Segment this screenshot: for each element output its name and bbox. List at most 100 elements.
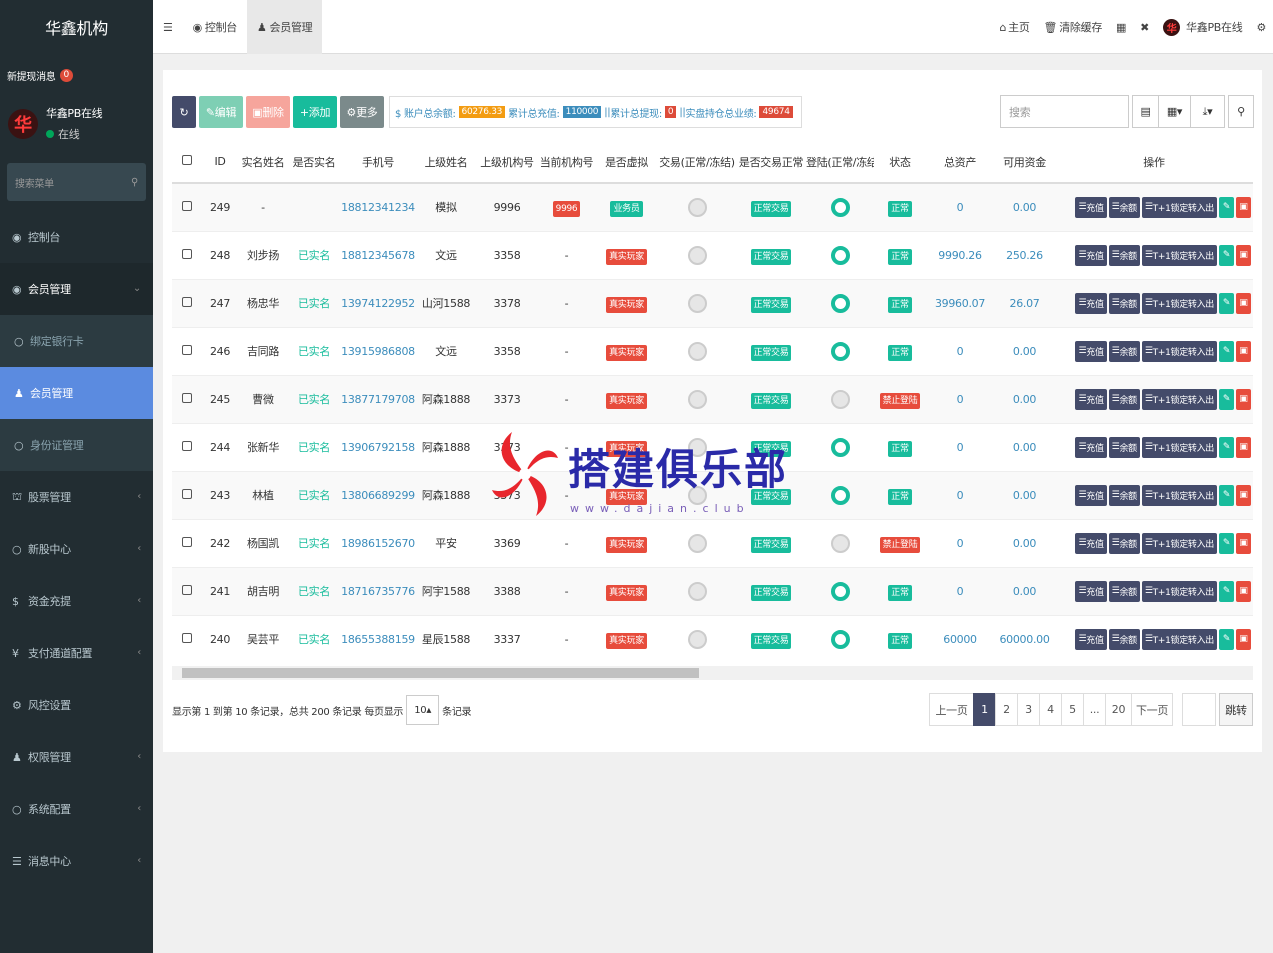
cell-phone[interactable]: 18655388159 bbox=[340, 614, 416, 663]
transfer-button[interactable]: ☰ T+1锁定转入出 bbox=[1141, 532, 1217, 554]
recharge-button[interactable]: ☰ 充值 bbox=[1075, 580, 1107, 602]
delete-row-button[interactable]: ▣ bbox=[1236, 484, 1251, 506]
balance-button[interactable]: ☰ 余额 bbox=[1108, 532, 1140, 554]
clear-cache-button[interactable]: 🗑 清除缓存 bbox=[1037, 19, 1109, 35]
recharge-button[interactable]: ☰ 充值 bbox=[1075, 292, 1107, 314]
columns-button[interactable]: ▦▾ bbox=[1158, 95, 1191, 128]
sidebar-item-members[interactable]: ◉ 会员管理 ⌄ bbox=[0, 263, 153, 315]
recharge-button[interactable]: ☰ 充值 bbox=[1075, 196, 1107, 218]
cell-phone[interactable]: 13906792158 bbox=[340, 422, 416, 471]
recharge-button[interactable]: ☰ 充值 bbox=[1075, 628, 1107, 650]
page-4[interactable]: 4 bbox=[1039, 693, 1062, 726]
sidebar-item-stocks[interactable]: ⛫ 股票管理 ‹ bbox=[0, 471, 153, 523]
transfer-button[interactable]: ☰ T+1锁定转入出 bbox=[1141, 388, 1217, 410]
login-toggle[interactable] bbox=[830, 629, 850, 649]
transfer-button[interactable]: ☰ T+1锁定转入出 bbox=[1141, 436, 1217, 458]
sidebar-item-id-card[interactable]: ○ 身份证管理 bbox=[0, 419, 153, 471]
recharge-button[interactable]: ☰ 充值 bbox=[1075, 532, 1107, 554]
trade-toggle[interactable] bbox=[687, 341, 707, 361]
page-5[interactable]: 5 bbox=[1061, 693, 1084, 726]
refresh-button[interactable]: ↻ bbox=[172, 96, 196, 128]
edit-row-button[interactable]: ✎ bbox=[1219, 340, 1234, 362]
sidebar-item-bank-card[interactable]: ○ 绑定银行卡 bbox=[0, 315, 153, 367]
recharge-button[interactable]: ☰ 充值 bbox=[1075, 388, 1107, 410]
delete-row-button[interactable]: ▣ bbox=[1236, 388, 1251, 410]
user-menu[interactable]: 华华鑫PB在线 bbox=[1156, 18, 1249, 36]
delete-row-button[interactable]: ▣ bbox=[1236, 244, 1251, 266]
page-3[interactable]: 3 bbox=[1017, 693, 1040, 726]
trade-toggle[interactable] bbox=[687, 533, 707, 553]
trade-toggle[interactable] bbox=[687, 581, 707, 601]
home-link[interactable]: ⌂ 主页 bbox=[992, 19, 1036, 35]
menu-toggle-button[interactable]: ☰ bbox=[153, 0, 183, 54]
edit-row-button[interactable]: ✎ bbox=[1219, 580, 1234, 602]
edit-row-button[interactable]: ✎ bbox=[1219, 388, 1234, 410]
page-2[interactable]: 2 bbox=[995, 693, 1018, 726]
add-button[interactable]: + 添加 bbox=[293, 96, 337, 128]
sidebar-item-ipo[interactable]: ○ 新股中心 ‹ bbox=[0, 523, 153, 575]
row-checkbox[interactable] bbox=[172, 518, 202, 567]
sidebar-item-risk[interactable]: ⚙ 风控设置 bbox=[0, 679, 153, 731]
export-button[interactable]: ⤓▾ bbox=[1190, 95, 1225, 128]
balance-button[interactable]: ☰ 余额 bbox=[1108, 388, 1140, 410]
trade-toggle[interactable] bbox=[687, 389, 707, 409]
tab-member-manage[interactable]: ♟ 会员管理 bbox=[246, 0, 323, 54]
delete-button[interactable]: ▣ 删除 bbox=[246, 96, 290, 128]
edit-row-button[interactable]: ✎ bbox=[1219, 532, 1234, 554]
more-button[interactable]: ⚙ 更多 bbox=[340, 96, 384, 128]
select-all-checkbox[interactable] bbox=[172, 141, 202, 184]
edit-row-button[interactable]: ✎ bbox=[1219, 196, 1234, 218]
cell-phone[interactable]: 18812345678 bbox=[340, 230, 416, 279]
page-20[interactable]: 20 bbox=[1105, 693, 1132, 726]
toggle-view-button[interactable]: ▤ bbox=[1132, 95, 1159, 128]
prev-page-button[interactable]: 上一页 bbox=[929, 693, 974, 726]
delete-row-button[interactable]: ▣ bbox=[1236, 532, 1251, 554]
delete-row-button[interactable]: ▣ bbox=[1236, 580, 1251, 602]
recharge-button[interactable]: ☰ 充值 bbox=[1075, 340, 1107, 362]
delete-row-button[interactable]: ▣ bbox=[1236, 292, 1251, 314]
transfer-button[interactable]: ☰ T+1锁定转入出 bbox=[1141, 628, 1217, 650]
tab-dashboard[interactable]: ◉ 控制台 bbox=[183, 0, 247, 54]
login-toggle[interactable] bbox=[830, 245, 850, 265]
login-toggle[interactable] bbox=[830, 341, 850, 361]
balance-button[interactable]: ☰ 余额 bbox=[1108, 628, 1140, 650]
transfer-button[interactable]: ☰ T+1锁定转入出 bbox=[1141, 580, 1217, 602]
jump-page-input[interactable] bbox=[1182, 693, 1216, 726]
sidebar-item-system[interactable]: ○ 系统配置 ‹ bbox=[0, 783, 153, 835]
horizontal-scrollbar[interactable] bbox=[172, 666, 1253, 680]
sidebar-item-member-manage[interactable]: ♟ 会员管理 bbox=[0, 367, 153, 419]
delete-row-button[interactable]: ▣ bbox=[1236, 628, 1251, 650]
row-checkbox[interactable] bbox=[172, 182, 202, 231]
search-icon[interactable]: ⚲ bbox=[131, 177, 138, 188]
cell-phone[interactable]: 18986152670 bbox=[340, 518, 416, 567]
settings-button[interactable]: ⚙ bbox=[1249, 21, 1273, 34]
row-checkbox[interactable] bbox=[172, 374, 202, 423]
edit-button[interactable]: ✎ 编辑 bbox=[199, 96, 243, 128]
fullscreen-button[interactable]: ✖ bbox=[1133, 21, 1156, 34]
brand-logo[interactable]: 华鑫机构 bbox=[0, 0, 153, 54]
row-checkbox[interactable] bbox=[172, 230, 202, 279]
edit-row-button[interactable]: ✎ bbox=[1219, 628, 1234, 650]
cell-phone[interactable]: 13806689299 bbox=[340, 470, 416, 519]
recharge-button[interactable]: ☰ 充值 bbox=[1075, 484, 1107, 506]
delete-row-button[interactable]: ▣ bbox=[1236, 436, 1251, 458]
edit-row-button[interactable]: ✎ bbox=[1219, 292, 1234, 314]
row-checkbox[interactable] bbox=[172, 278, 202, 327]
balance-button[interactable]: ☰ 余额 bbox=[1108, 436, 1140, 458]
row-checkbox[interactable] bbox=[172, 614, 202, 663]
row-checkbox[interactable] bbox=[172, 326, 202, 375]
login-toggle[interactable] bbox=[830, 485, 850, 505]
trade-toggle[interactable] bbox=[687, 197, 707, 217]
sidebar-item-permissions[interactable]: ♟ 权限管理 ‹ bbox=[0, 731, 153, 783]
edit-row-button[interactable]: ✎ bbox=[1219, 484, 1234, 506]
sidebar-item-funds[interactable]: $ 资金充提 ‹ bbox=[0, 575, 153, 627]
page-size-select[interactable]: 10 ▴ bbox=[406, 695, 440, 725]
jump-button[interactable]: 跳转 bbox=[1219, 693, 1253, 726]
balance-button[interactable]: ☰ 余额 bbox=[1108, 196, 1140, 218]
balance-button[interactable]: ☰ 余额 bbox=[1108, 292, 1140, 314]
edit-row-button[interactable]: ✎ bbox=[1219, 244, 1234, 266]
trade-toggle[interactable] bbox=[687, 629, 707, 649]
trade-toggle[interactable] bbox=[687, 245, 707, 265]
delete-row-button[interactable]: ▣ bbox=[1236, 340, 1251, 362]
transfer-button[interactable]: ☰ T+1锁定转入出 bbox=[1141, 484, 1217, 506]
